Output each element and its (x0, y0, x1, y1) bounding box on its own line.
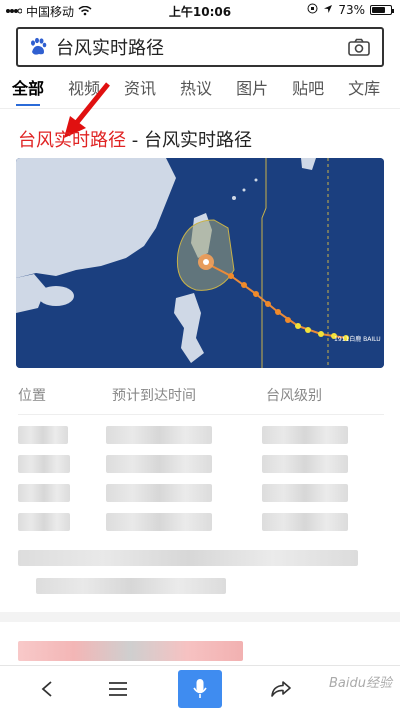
menu-button[interactable] (93, 666, 143, 711)
back-button[interactable] (22, 666, 72, 711)
blurred-cell (106, 513, 212, 531)
tab-tieba[interactable]: 贴吧 (280, 78, 336, 108)
typhoon-map[interactable]: 1911白鹿 BAILU (16, 158, 384, 368)
blurred-cell (106, 484, 212, 502)
blurred-cell (18, 484, 70, 502)
blurred-cell (106, 455, 212, 473)
location-icon (323, 3, 333, 17)
column-eta: 预计到达时间 (112, 388, 196, 404)
voice-search-button[interactable] (178, 670, 222, 708)
blurred-text-line (36, 578, 226, 594)
search-bar[interactable]: 台风实时路径 (16, 27, 384, 67)
tab-images[interactable]: 图片 (224, 78, 280, 108)
blurred-next-result-title[interactable] (18, 641, 243, 661)
blurred-cell (18, 513, 70, 531)
column-location: 位置 (18, 388, 46, 404)
share-icon (271, 681, 291, 697)
blurred-cell (262, 455, 348, 473)
battery-level (372, 7, 386, 13)
blurred-cell (18, 455, 70, 473)
orientation-lock-icon (307, 3, 318, 17)
search-input[interactable]: 台风实时路径 (56, 34, 348, 60)
result-title-link[interactable]: 台风实时路径 - 台风实时路径 (18, 126, 252, 152)
mic-icon (193, 679, 207, 698)
result-title-highlight: 台风实时路径 (18, 130, 126, 151)
tab-news[interactable]: 资讯 (112, 78, 168, 108)
camera-icon[interactable] (348, 38, 370, 56)
blurred-cell (106, 426, 212, 444)
tab-discussion[interactable]: 热议 (168, 78, 224, 108)
baidu-jingyan-watermark: Baidu经验 (329, 676, 392, 691)
tab-all[interactable]: 全部 (0, 78, 56, 108)
column-level: 台风级别 (266, 388, 322, 404)
battery-icon (370, 5, 394, 15)
blurred-cell (18, 426, 68, 444)
status-right: 73% (307, 3, 394, 17)
blurred-cell (262, 426, 348, 444)
section-divider (0, 612, 400, 622)
blurred-cell (262, 513, 348, 531)
blurred-cell (262, 484, 348, 502)
baidu-paw-icon (31, 37, 47, 55)
table-header-divider (18, 414, 384, 415)
tab-wenku[interactable]: 文库 (336, 78, 392, 108)
menu-icon (109, 682, 127, 696)
forecast-table-header: 位置 预计到达时间 台风级别 (18, 385, 384, 407)
battery-percent: 73% (338, 3, 365, 17)
typhoon-map-graphic: 1911白鹿 BAILU (16, 158, 384, 368)
share-button[interactable] (256, 666, 306, 711)
back-icon (41, 681, 52, 697)
blurred-text-line (18, 550, 358, 566)
typhoon-label: 1911白鹿 BAILU (334, 335, 381, 343)
status-bar: 中国移动 上午10:06 73% (0, 0, 400, 20)
result-title-rest: - 台风实时路径 (126, 130, 252, 151)
